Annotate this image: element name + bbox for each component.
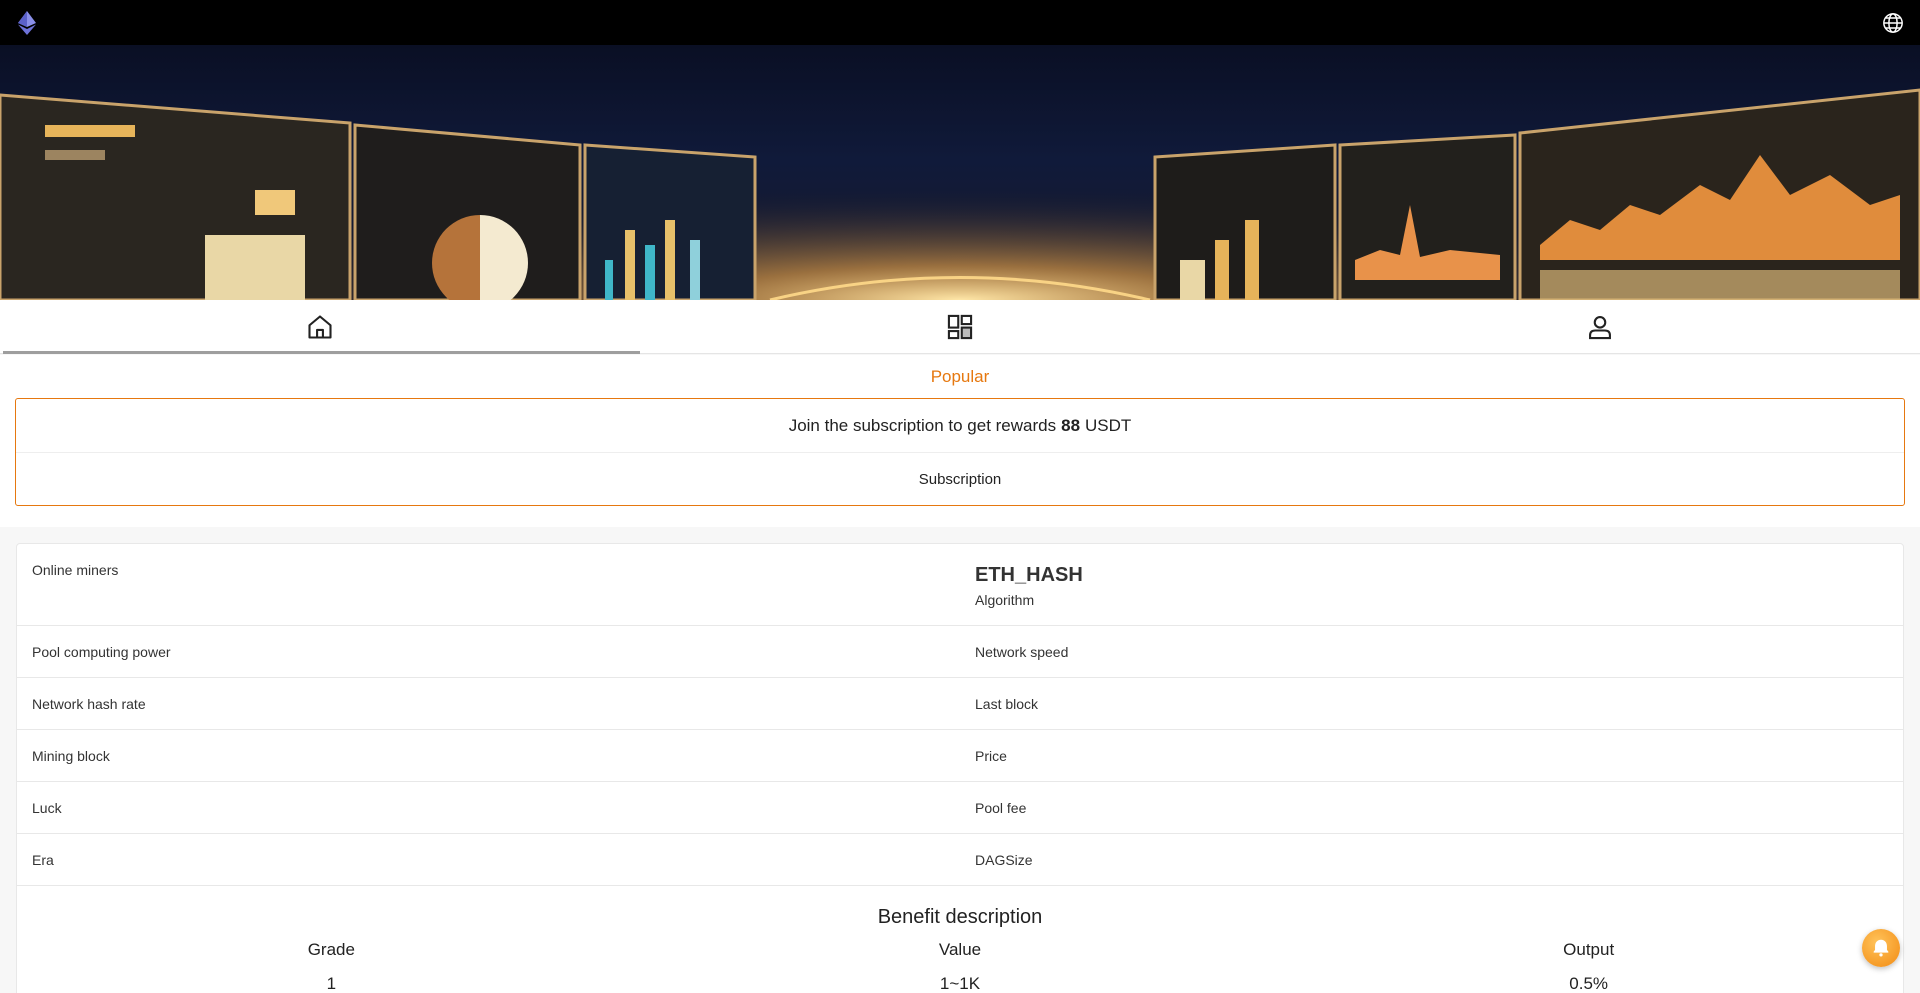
benefit-grade: 1 (326, 974, 337, 993)
popular-title[interactable]: Popular (0, 367, 1920, 387)
column-header-grade: Grade (307, 940, 355, 959)
stats-row: Mining block Price (17, 730, 1903, 782)
home-icon (308, 314, 332, 339)
top-bar (0, 0, 1920, 45)
subscription-button[interactable]: Subscription (16, 453, 1904, 505)
benefit-value: 1~1K (939, 974, 981, 993)
promo-prefix: Join the subscription to get rewards (788, 415, 1057, 435)
subscription-promo: Join the subscription to get rewards 88 … (16, 399, 1904, 453)
tab-navigation (0, 300, 1920, 354)
stats-row: Network hash rate Last block (17, 678, 1903, 730)
stat-label: Mining block (32, 747, 110, 764)
subscription-card: Join the subscription to get rewards 88 … (15, 398, 1905, 506)
column-header-output: Output (1563, 940, 1615, 959)
ethereum-logo-icon[interactable] (18, 11, 36, 35)
stats-row: Pool computing power Network speed (17, 626, 1903, 678)
stat-label: Network speed (975, 643, 1069, 660)
stat-label: Pool fee (975, 799, 1027, 816)
hero-banner (0, 45, 1920, 300)
stat-label: Price (975, 747, 1007, 764)
tab-profile[interactable] (1280, 300, 1920, 353)
promo-suffix: USDT (1085, 415, 1132, 435)
online-miners-label: Online miners (32, 562, 119, 578)
stats-row: Luck Pool fee (17, 782, 1903, 834)
pool-stats-card: Online miners ETH_HASH Algorithm Pool co… (16, 543, 1904, 993)
stat-label: Era (32, 851, 54, 868)
benefit-output: 0.5% (1569, 974, 1609, 993)
globe-icon[interactable] (1882, 12, 1904, 34)
stat-label: DAGSize (975, 851, 1033, 868)
stats-row: Era DAGSize (17, 834, 1903, 886)
customer-service-icon (1873, 939, 1889, 957)
mining-dashboard-illustration (0, 45, 1920, 300)
benefit-table-row: 1 1~1K 0.5% (17, 974, 1903, 993)
promo-amount: 88 (1061, 415, 1081, 435)
stat-label: Last block (975, 695, 1039, 712)
stats-row: Online miners ETH_HASH Algorithm (17, 544, 1903, 626)
stat-label: Pool computing power (32, 643, 171, 660)
stat-label: Network hash rate (32, 695, 146, 712)
customer-service-button[interactable] (1862, 929, 1900, 967)
popular-section: Popular Join the subscription to get rew… (0, 355, 1920, 527)
benefit-title: Benefit description (877, 906, 1043, 928)
tab-products[interactable] (640, 300, 1280, 353)
column-header-value: Value (938, 940, 982, 959)
benefit-table-header: Grade Value Output (17, 940, 1903, 960)
algorithm-cell: ETH_HASH Algorithm (960, 544, 1903, 625)
grid-icon (947, 314, 973, 339)
user-icon (1589, 315, 1611, 339)
algorithm-value: ETH_HASH (975, 564, 1083, 586)
stat-label: Luck (32, 799, 62, 816)
algorithm-label: Algorithm (975, 592, 1035, 608)
tab-home[interactable] (0, 300, 640, 354)
